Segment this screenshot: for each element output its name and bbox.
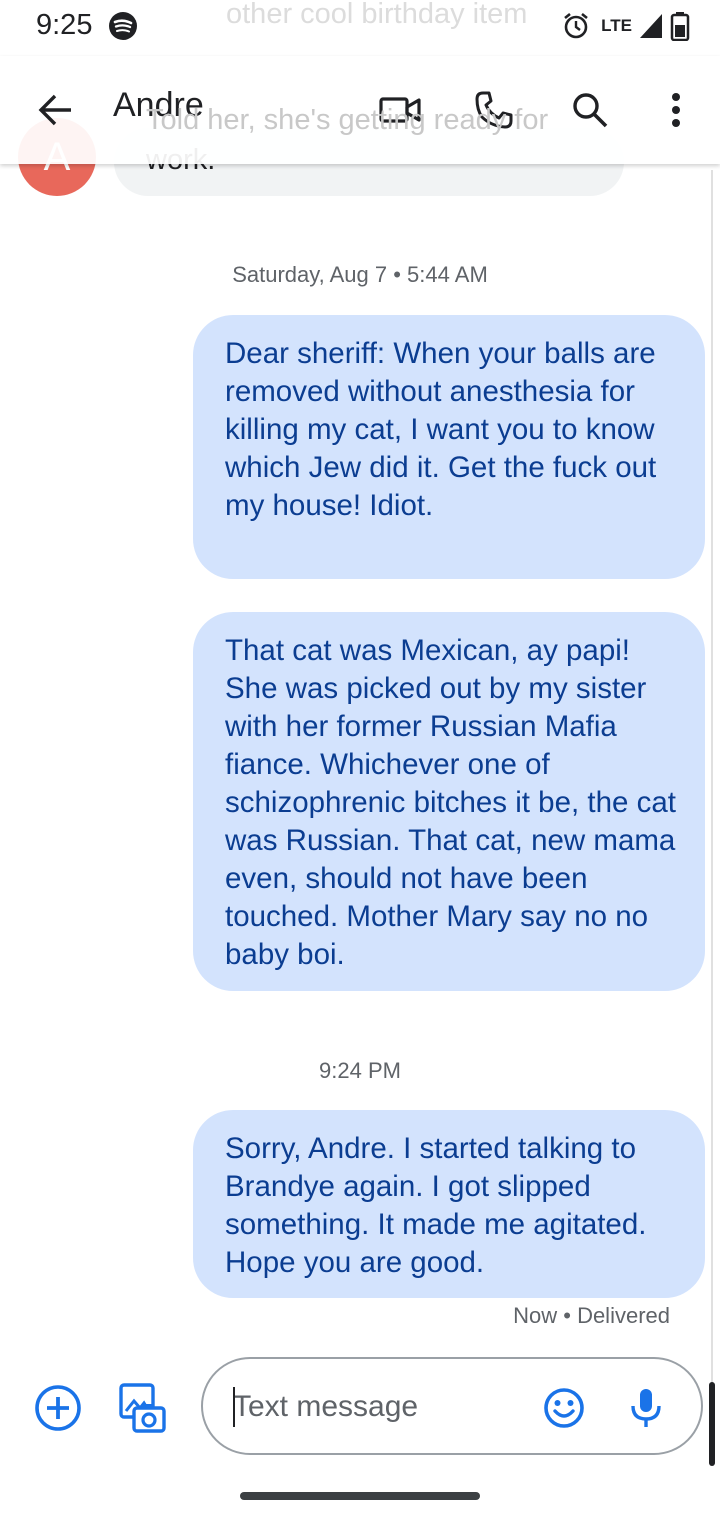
text-caret (233, 1387, 235, 1427)
spotify-icon (109, 12, 137, 40)
status-time: 9:25 (36, 9, 93, 41)
delivery-status: Now • Delivered (513, 1303, 670, 1328)
previous-message-text: Told her, she's getting ready for (146, 104, 549, 136)
emoji-icon (544, 1388, 584, 1428)
scrollbar[interactable] (709, 1382, 715, 1466)
home-indicator[interactable] (240, 1492, 480, 1500)
back-arrow-icon (38, 94, 71, 126)
date-divider: Saturday, Aug 7 • 5:44 AM (232, 262, 488, 287)
emoji-button[interactable] (539, 1383, 589, 1433)
attach-button[interactable] (30, 1380, 86, 1436)
scroll-track (711, 170, 713, 1460)
status-bar: 9:25 LTE (0, 0, 720, 56)
back-button[interactable] (24, 78, 88, 142)
alarm-icon (564, 12, 588, 39)
signal-icon (640, 14, 662, 38)
message-text: Sorry, Andre. I started talking to Brand… (225, 1132, 647, 1279)
search-button[interactable] (558, 78, 622, 142)
message-composer (201, 1357, 703, 1455)
network-type: LTE (601, 16, 632, 35)
search-icon (573, 93, 608, 128)
message-text: Dear sheriff: When your balls are remove… (225, 337, 657, 522)
more-options-button[interactable] (644, 78, 708, 142)
status-icons: LTE (561, 10, 690, 42)
text-message-input[interactable] (231, 1383, 525, 1431)
gallery-camera-button[interactable] (114, 1380, 170, 1436)
outgoing-message[interactable]: That cat was Mexican, ay papi! She was p… (193, 612, 705, 991)
more-vert-icon (672, 93, 680, 127)
microphone-icon (631, 1389, 661, 1427)
voice-input-button[interactable] (621, 1383, 671, 1433)
gallery-camera-icon (119, 1383, 166, 1433)
outgoing-message[interactable]: Dear sheriff: When your balls are remove… (193, 315, 705, 579)
outgoing-message[interactable]: Sorry, Andre. I started talking to Brand… (193, 1110, 705, 1298)
battery-icon (670, 12, 690, 41)
add-circle-icon (35, 1385, 81, 1431)
message-text: That cat was Mexican, ay papi! She was p… (225, 634, 676, 971)
time-divider: 9:24 PM (319, 1058, 401, 1083)
